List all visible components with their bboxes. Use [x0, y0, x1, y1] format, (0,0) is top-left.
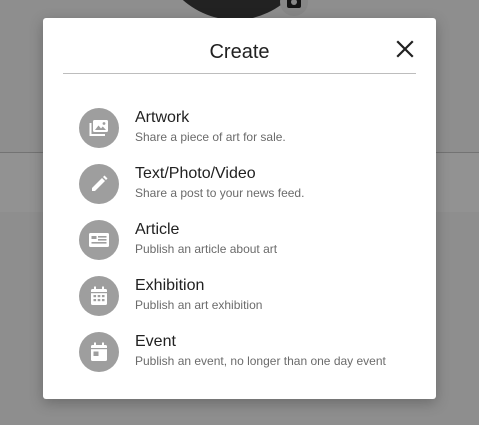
option-text: Exhibition Publish an art exhibition — [135, 276, 262, 313]
option-subtitle: Share a post to your news feed. — [135, 186, 305, 200]
option-text-photo-video[interactable]: Text/Photo/Video Share a post to your ne… — [43, 160, 436, 216]
option-artwork[interactable]: Artwork Share a piece of art for sale. — [43, 104, 436, 160]
option-exhibition[interactable]: Exhibition Publish an art exhibition — [43, 272, 436, 328]
option-text: Artwork Share a piece of art for sale. — [135, 108, 286, 145]
option-title: Article — [135, 221, 180, 238]
option-article[interactable]: Article Publish an article about art — [43, 216, 436, 272]
dialog-header: Create — [43, 18, 436, 74]
option-subtitle: Publish an article about art — [135, 242, 278, 256]
create-dialog: Create Artwork Share a piece of art for … — [43, 18, 436, 399]
option-title: Event — [135, 333, 176, 350]
calendar-event-icon — [79, 332, 119, 372]
pencil-icon — [79, 164, 119, 204]
option-subtitle: Publish an event, no longer than one day… — [135, 354, 386, 368]
option-subtitle: Share a piece of art for sale. — [135, 130, 286, 144]
option-text: Article Publish an article about art — [135, 220, 277, 257]
option-event[interactable]: Event Publish an event, no longer than o… — [43, 328, 436, 384]
close-icon — [396, 40, 414, 58]
calendar-grid-icon — [79, 276, 119, 316]
option-text: Text/Photo/Video Share a post to your ne… — [135, 164, 304, 201]
option-title: Artwork — [135, 109, 190, 126]
option-text: Event Publish an event, no longer than o… — [135, 332, 386, 369]
image-icon — [79, 108, 119, 148]
article-icon — [79, 220, 119, 260]
option-title: Exhibition — [135, 277, 205, 294]
close-button[interactable] — [396, 40, 414, 58]
dialog-title: Create — [209, 41, 270, 63]
create-option-list: Artwork Share a piece of art for sale. T… — [43, 104, 436, 384]
header-divider — [63, 73, 416, 74]
option-title: Text/Photo/Video — [135, 165, 256, 182]
option-subtitle: Publish an art exhibition — [135, 298, 263, 312]
